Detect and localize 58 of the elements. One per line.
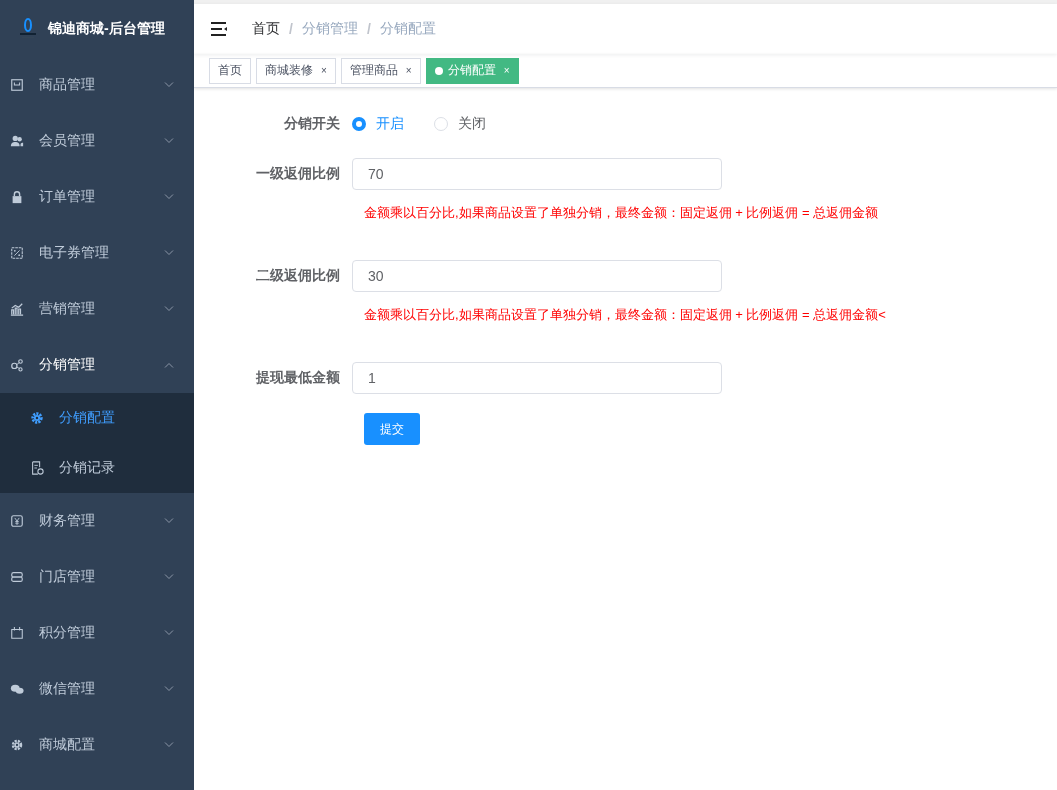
chevron-icon — [164, 250, 174, 256]
app-title: 锦迪商城-后台管理 — [48, 19, 165, 38]
input-field[interactable]: 1 — [352, 362, 722, 394]
bag-icon — [10, 78, 24, 92]
tab[interactable]: 商城装修 × — [256, 57, 336, 84]
chevron-icon — [164, 82, 174, 88]
sidebar-item[interactable]: 商品管理 — [0, 57, 194, 113]
menu-icon[interactable] — [210, 22, 228, 36]
input-field[interactable]: 70 — [352, 158, 722, 190]
hint-text: 金额乘以百分比,如果商品设置了单独分销，最终金额：固定返佣 + 比例返佣 = 总返佣金额 — [364, 204, 880, 222]
breadcrumb-item[interactable]: 首页 — [252, 20, 280, 38]
yen-icon — [10, 514, 24, 528]
lock-icon — [10, 190, 24, 204]
users-icon — [10, 134, 24, 148]
document-icon — [30, 461, 44, 475]
sidebar-item[interactable]: 分销管理 — [0, 337, 194, 393]
radio-option[interactable]: 关闭 — [434, 115, 486, 133]
share-icon — [10, 358, 24, 372]
hint-text: 金额乘以百分比,如果商品设置了单独分销，最终金额：固定返佣 + 比例返佣 = 总返佣金额< — [364, 306, 887, 324]
calendar-icon — [10, 626, 24, 640]
field-label: 一级返佣比例 — [255, 165, 341, 183]
field-label: 提现最低金额 — [255, 369, 341, 387]
breadcrumb-item: 分销配置 — [379, 20, 436, 38]
chat-icon — [10, 682, 24, 696]
chevron-icon — [164, 362, 174, 368]
sidebar-item[interactable]: 积分管理 — [0, 605, 194, 661]
chevron-icon — [164, 518, 174, 524]
sidebar-item[interactable]: 门店管理 — [0, 549, 194, 605]
breadcrumb-separator: / — [366, 21, 371, 37]
gear-icon — [10, 738, 24, 752]
radio-option[interactable]: 开启 — [352, 115, 404, 133]
sidebar-subitem[interactable]: 分销配置 — [0, 393, 194, 443]
tab[interactable]: 首页 — [209, 57, 251, 84]
input-field[interactable]: 30 — [352, 260, 722, 292]
sidebar-item[interactable]: 营销管理 — [0, 281, 194, 337]
chevron-icon — [164, 194, 174, 200]
store-icon — [10, 570, 24, 584]
sidebar-item[interactable]: 财务管理 — [0, 493, 194, 549]
chevron-icon — [164, 306, 174, 312]
sidebar-subitem[interactable]: 分销记录 — [0, 443, 194, 493]
breadcrumb-item: 分销管理 — [301, 20, 358, 38]
chevron-icon — [164, 742, 174, 748]
sidebar-item[interactable]: 商城配置 — [0, 717, 194, 773]
coupon-icon — [10, 246, 24, 260]
chevron-icon — [164, 138, 174, 144]
breadcrumb-separator: / — [289, 21, 293, 37]
sidebar-item[interactable]: 电子券管理 — [0, 225, 194, 281]
tab[interactable]: 管理商品 × — [340, 57, 421, 84]
chevron-icon — [164, 574, 174, 580]
field-label: 分销开关 — [283, 115, 341, 133]
chevron-icon — [164, 686, 174, 692]
gear-icon — [30, 411, 44, 425]
field-label: 二级返佣比例 — [255, 267, 341, 285]
chart-icon — [10, 302, 24, 316]
sidebar-item[interactable]: 会员管理 — [0, 113, 194, 169]
sidebar-item[interactable]: 微信管理 — [0, 661, 194, 717]
chevron-icon — [164, 630, 174, 636]
sidebar-item[interactable]: 订单管理 — [0, 169, 194, 225]
